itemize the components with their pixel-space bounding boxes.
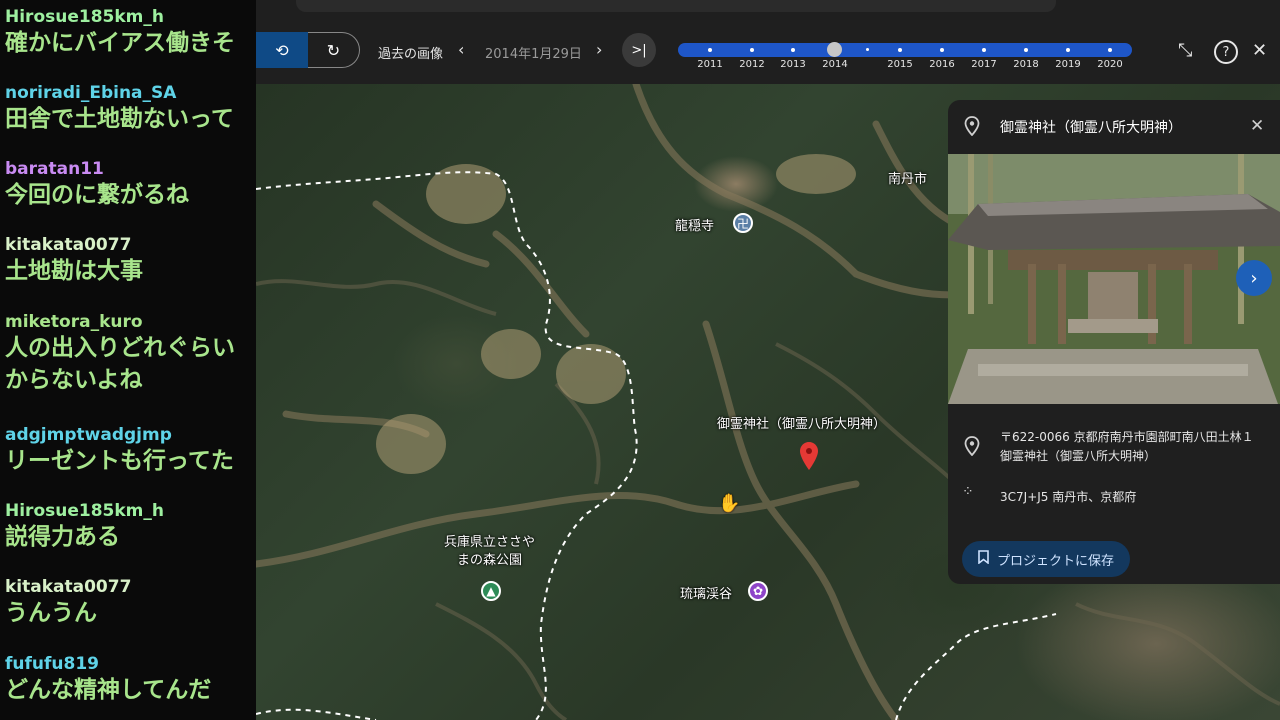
timeline-tick: [866, 48, 869, 51]
temple-label[interactable]: 龍穏寺: [675, 215, 714, 234]
year-label[interactable]: 2015: [887, 59, 912, 70]
latest-imagery-button[interactable]: >|: [622, 33, 656, 67]
help-button[interactable]: ?: [1214, 40, 1238, 64]
chat-text: リーゼントも行ってた: [5, 448, 234, 474]
search-bar-strip: [296, 0, 1056, 12]
chat-text: 人の出入りどれぐらい: [5, 335, 235, 361]
timeline-tick: [982, 48, 986, 52]
chat-text: 土地勘は大事: [5, 258, 143, 284]
chat-message: fufufu819 どんな精神してんだ: [5, 654, 256, 706]
timeline-tick: [791, 48, 795, 52]
chat-username: adgjmptwadgjmp: [5, 425, 172, 445]
skip-to-end-icon: >|: [631, 42, 647, 58]
park-tree-icon[interactable]: ▲: [481, 581, 501, 601]
historical-imagery-toolbar: ⟲ ↻ 過去の画像 ‹ 2014年1月29日 › >| 2011 2012 20…: [256, 0, 1280, 84]
collapse-icon: ⤡: [1178, 40, 1193, 61]
timeline-tick: [708, 48, 712, 52]
chat-text: からないよね: [5, 367, 143, 393]
year-label[interactable]: 2013: [780, 59, 805, 70]
chat-text: うんうん: [5, 600, 97, 626]
shrine-photo-illustration: [948, 154, 1280, 404]
chat-panel: Hirosue185km_h 確かにバイアス働きそ noriradi_Ebina…: [0, 0, 256, 720]
past-imagery-label: 過去の画像: [378, 47, 444, 62]
close-card-button[interactable]: ✕: [1250, 116, 1264, 136]
city-label[interactable]: 南丹市: [888, 168, 927, 187]
previous-date-button[interactable]: ‹: [458, 40, 464, 59]
chevron-right-icon: ›: [596, 40, 603, 59]
place-photo[interactable]: [948, 154, 1280, 404]
chat-text: 確かにバイアス働きそ: [5, 30, 235, 56]
location-pin-icon[interactable]: [800, 442, 818, 474]
save-to-project-button[interactable]: プロジェクトに保存: [962, 541, 1130, 577]
timeline-tick: [750, 48, 754, 52]
timeline-tick: [940, 48, 944, 52]
year-label[interactable]: 2014: [822, 59, 847, 70]
chat-username: Hirosue185km_h: [5, 7, 164, 27]
timeline-tick: [898, 48, 902, 52]
park-label-line2: まの森公園: [457, 553, 523, 568]
chat-text: 田舎で土地勘ないって: [5, 106, 234, 132]
shrine-label[interactable]: 御霊神社（御霊八所大明神）: [717, 413, 886, 432]
timeline-slider[interactable]: [678, 43, 1132, 57]
chevron-right-icon: ›: [1250, 267, 1258, 289]
chat-message: noriradi_Ebina_SA 田舎で土地勘ないって: [5, 83, 256, 135]
timeline-tick: [1108, 48, 1112, 52]
temple-icon[interactable]: 卍: [733, 213, 753, 233]
year-label[interactable]: 2017: [971, 59, 996, 70]
chat-username: fufufu819: [5, 654, 99, 674]
imagery-date: 2014年1月29日: [485, 47, 582, 62]
chat-username: kitakata0077: [5, 577, 132, 597]
clock-mode-button[interactable]: ↻: [308, 32, 360, 68]
timeline-thumb[interactable]: [827, 42, 842, 57]
plus-code-icon: ⁘: [962, 484, 974, 500]
clock-icon: ↻: [326, 40, 341, 60]
hand-cursor-icon: ✋: [718, 493, 741, 514]
chat-message: Hirosue185km_h 説得力ある: [5, 501, 256, 553]
history-mode-button[interactable]: ⟲: [256, 32, 308, 68]
history-icon: ⟲: [275, 40, 289, 60]
chat-username: noriradi_Ebina_SA: [5, 83, 177, 103]
chat-text: 今回のに繋がるね: [5, 182, 189, 208]
year-label[interactable]: 2020: [1097, 59, 1122, 70]
save-to-project-label: プロジェクトに保存: [996, 553, 1114, 569]
timeline-tick: [1024, 48, 1028, 52]
bookmark-icon: [978, 550, 989, 568]
chat-message: baratan11 今回のに繋がるね: [5, 159, 256, 211]
park-label-line1: 兵庫県立ささや: [444, 535, 536, 550]
place-pin-icon: [964, 116, 980, 140]
year-label[interactable]: 2019: [1055, 59, 1080, 70]
place-info-card: 御霊神社（御霊八所大明神） ✕ › 〒622-0066 京都府南丹市園部町南八田…: [948, 100, 1280, 584]
place-title: 御霊神社（御霊八所大明神）: [1000, 120, 1182, 136]
chat-message: adgjmptwadgjmp リーゼントも行ってた: [5, 425, 256, 477]
chat-username: miketora_kuro: [5, 312, 143, 332]
chat-username: baratan11: [5, 159, 104, 179]
chat-message: kitakata0077 土地勘は大事: [5, 235, 256, 287]
park-label[interactable]: 兵庫県立ささや まの森公園: [444, 534, 535, 570]
chat-message: miketora_kuro 人の出入りどれぐらい からないよね: [5, 312, 256, 396]
next-date-button[interactable]: ›: [596, 40, 602, 59]
year-label[interactable]: 2012: [739, 59, 764, 70]
chat-text: 説得力ある: [5, 524, 120, 550]
plus-code: 3C7J+J5 南丹市、京都府: [1000, 490, 1137, 504]
close-icon: ✕: [1250, 116, 1265, 136]
close-toolbar-button[interactable]: ✕: [1252, 40, 1267, 61]
chat-message: Hirosue185km_h 確かにバイアス働きそ: [5, 7, 256, 59]
year-label[interactable]: 2011: [697, 59, 722, 70]
address-pin-icon: [964, 436, 980, 460]
timeline-tick: [1066, 48, 1070, 52]
collapse-button[interactable]: ⤡: [1178, 40, 1192, 61]
year-label[interactable]: 2016: [929, 59, 954, 70]
chat-text: どんな精神してんだ: [5, 677, 212, 703]
chat-username: kitakata0077: [5, 235, 132, 255]
chat-message: kitakata0077 うんうん: [5, 577, 256, 629]
chat-username: Hirosue185km_h: [5, 501, 164, 521]
help-icon: ?: [1222, 44, 1230, 60]
chevron-left-icon: ‹: [458, 40, 465, 59]
next-photo-button[interactable]: ›: [1236, 260, 1272, 296]
place-address: 〒622-0066 京都府南丹市園部町南八田土林１ 御霊神社（御霊八所大明神）: [1000, 430, 1254, 463]
valley-label[interactable]: 琉璃渓谷: [680, 583, 732, 602]
close-icon: ✕: [1252, 40, 1268, 61]
attraction-icon[interactable]: ✿: [748, 581, 768, 601]
year-label[interactable]: 2018: [1013, 59, 1038, 70]
